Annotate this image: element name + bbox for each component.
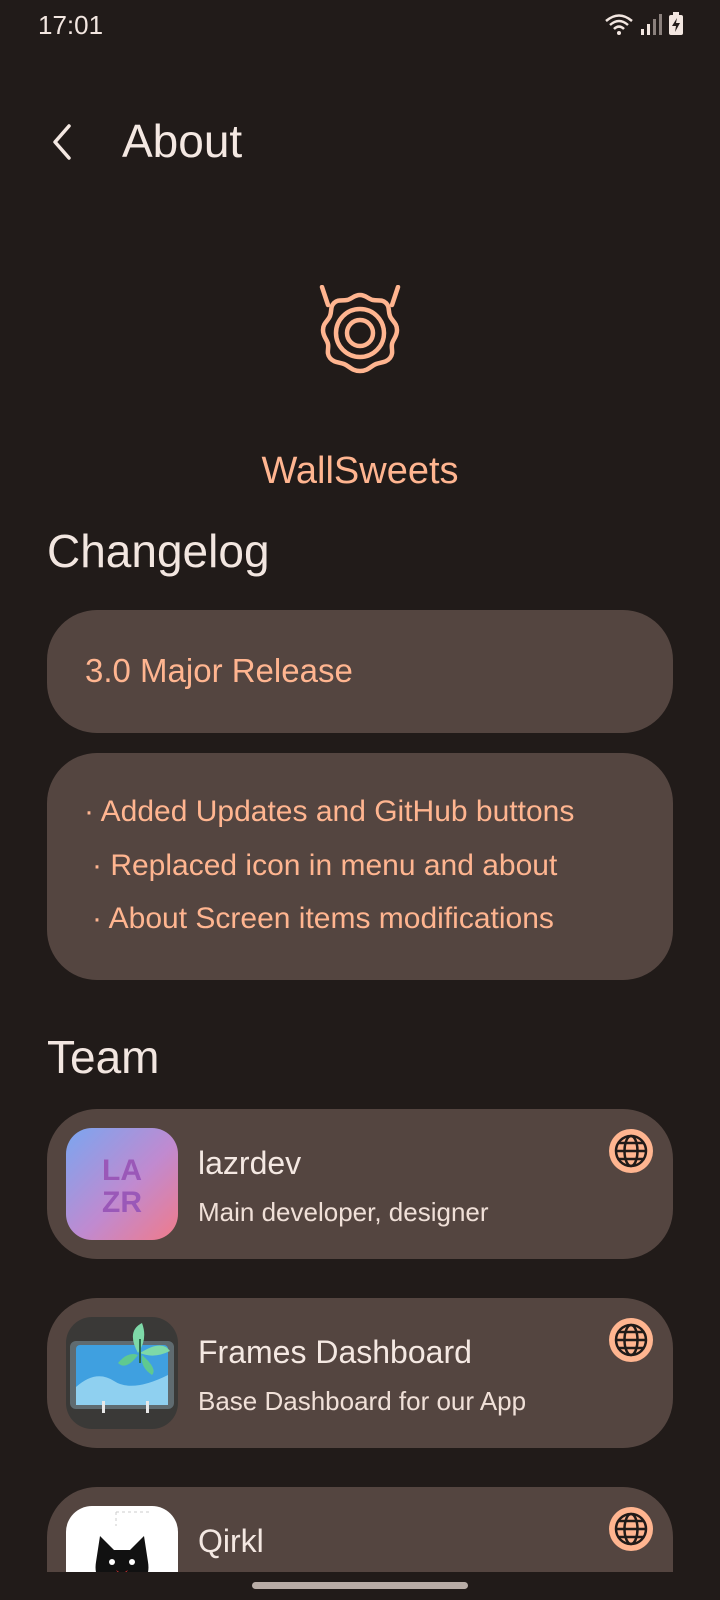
member-name: Qirkl (198, 1523, 264, 1559)
scroll-clip: Qirkl (0, 0, 720, 1572)
qirkl-cat-logo (95, 1511, 150, 1572)
qirkl-cat-logo-avatar (66, 1506, 178, 1572)
globe-icon[interactable] (607, 1505, 655, 1553)
team-member-card-qirkl[interactable]: Qirkl (47, 1487, 673, 1572)
gesture-navigation-bar[interactable] (252, 1582, 468, 1589)
